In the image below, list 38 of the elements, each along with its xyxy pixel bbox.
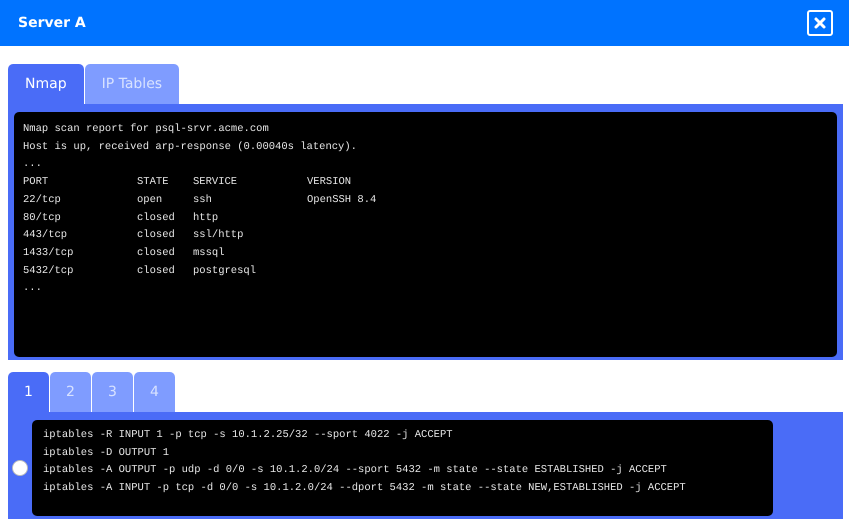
column-header: SERVICE: [193, 175, 238, 190]
column-header: VERSION: [307, 175, 352, 190]
tab[interactable]: IP Tables: [84, 64, 180, 104]
table-cell-text: closed: [137, 264, 176, 279]
output-line: Host is up, received arp-response (0.00040s latency).: [23, 140, 358, 155]
tab[interactable]: 1: [8, 372, 49, 412]
table-cell-text: 1433/tcp: [23, 246, 74, 261]
tab[interactable]: 3: [92, 372, 133, 412]
output-line: Nmap scan report for psql-srvr.acme.com: [23, 122, 270, 137]
table-cell-text: ssl/http: [193, 228, 244, 244]
table-cell-text: 443/tcp: [23, 228, 68, 244]
close-button[interactable]: [807, 10, 833, 36]
output-line: ...: [23, 281, 43, 296]
table-cell-text: http: [193, 210, 220, 226]
radio-button[interactable]: [12, 460, 28, 476]
window-title: Server A: [18, 15, 86, 31]
table-cell-text: 80/tcp: [23, 210, 62, 226]
table-cell-text: ssh: [193, 192, 213, 208]
table-cell-text: closed: [137, 246, 176, 261]
output-line: iptables -D OUTPUT 1: [43, 446, 170, 461]
table-cell-text: open: [137, 192, 164, 208]
output-line: iptables -R INPUT 1 -p tcp -s 10.1.2.25/32 --sport 4022 -j ACCEPT: [43, 428, 454, 443]
output-line: ...: [23, 157, 43, 172]
tab[interactable]: 4: [134, 372, 175, 412]
column-header: PORT: [23, 175, 50, 190]
table-cell-text: 22/tcp: [23, 192, 62, 208]
table-cell-text: OpenSSH 8.4: [307, 192, 378, 208]
tab[interactable]: Nmap: [8, 64, 84, 104]
table-cell-text: closed: [137, 210, 176, 226]
column-header: STATE: [137, 175, 170, 190]
table-cell-text: postgresql: [193, 264, 258, 279]
output-line: iptables -A OUTPUT -p udp -d 0/0 -s 10.1.2.0/24 --sport 5432 -m state --state ESTABLISHED -j ACCEPT: [43, 463, 668, 478]
table-cell-text: 5432/tcp: [23, 264, 74, 279]
output-line: iptables -A INPUT -p tcp -d 0/0 -s 10.1.2.0/24 --dport 5432 -m state --state NEW,ESTABLISHED -j ACCEPT: [43, 481, 687, 496]
table-cell-text: closed: [137, 228, 176, 244]
tab[interactable]: 2: [50, 372, 91, 412]
close-icon: [813, 16, 827, 30]
table-cell-text: mssql: [193, 246, 226, 261]
